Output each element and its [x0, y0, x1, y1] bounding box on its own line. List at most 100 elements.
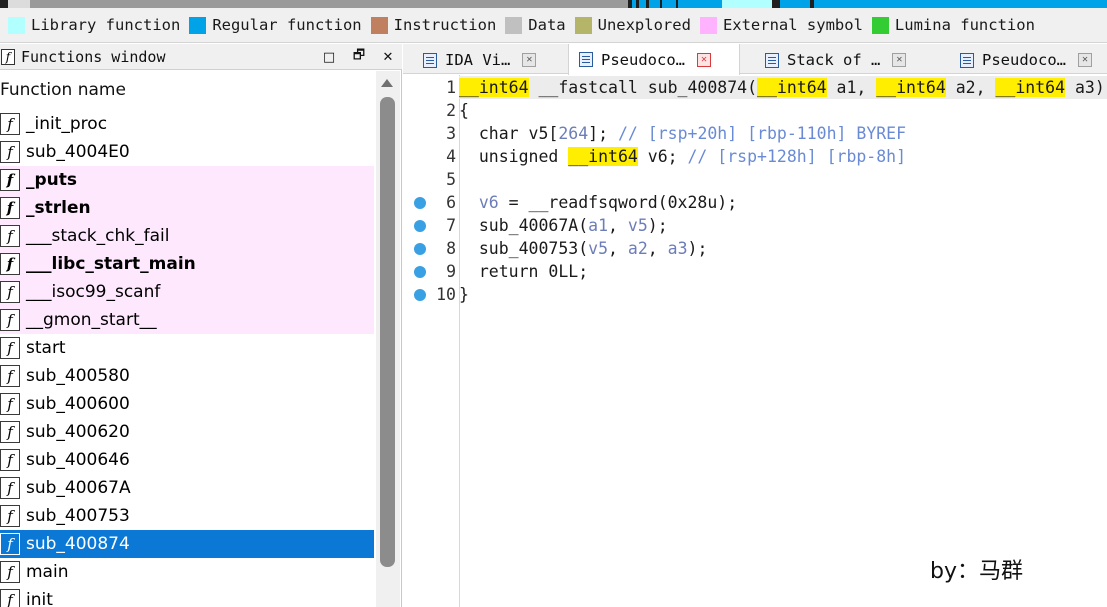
- legend-item: Data: [505, 16, 566, 34]
- breakpoint-dot-icon[interactable]: [414, 220, 426, 232]
- line-number: 7: [446, 216, 456, 235]
- function-list-item[interactable]: f sub_400620: [0, 418, 374, 446]
- legend-swatch: [505, 16, 523, 34]
- tab-3[interactable]: Stack of … ✕: [755, 46, 933, 74]
- pseudocode-view[interactable]: 1 __int64 __fastcall sub_400874(__int64 a…: [403, 75, 1107, 607]
- function-list-item[interactable]: f _puts: [0, 166, 374, 194]
- code-token: ,: [608, 216, 628, 235]
- code-line[interactable]: 7 sub_40067A(a1, v5);: [403, 214, 1107, 237]
- breakpoint-dot-icon[interactable]: [414, 243, 426, 255]
- code-text: return 0LL;: [459, 260, 588, 283]
- restore-window-button[interactable]: 🗗: [350, 48, 368, 66]
- code-token: v5: [627, 216, 648, 235]
- column-header-function-name[interactable]: Function name: [0, 71, 374, 109]
- function-list-item[interactable]: f sub_40067A: [0, 474, 374, 502]
- breakpoint-dot-icon[interactable]: [414, 289, 426, 301]
- functions-window-titlebar[interactable]: f Functions window □ 🗗 ✕: [0, 44, 402, 70]
- line-number: 5: [446, 170, 456, 189]
- function-icon: f: [0, 393, 20, 415]
- function-list-item[interactable]: f sub_400874: [0, 530, 374, 558]
- function-list: f _init_proc f sub_4004E0 f _puts f _strlen f ___…: [0, 110, 374, 607]
- functions-window: f Functions window □ 🗗 ✕ Function name f…: [0, 44, 402, 607]
- function-name: sub_400580: [26, 366, 130, 386]
- code-token: sub_40067A(: [459, 216, 589, 235]
- function-list-item[interactable]: f start: [0, 334, 374, 362]
- code-text: }: [459, 283, 469, 306]
- function-list-item[interactable]: f init: [0, 586, 374, 607]
- function-list-item[interactable]: f sub_400580: [0, 362, 374, 390]
- code-text: __int64 __fastcall sub_400874(__int64 a1…: [459, 76, 1107, 99]
- legend-label: Regular function: [212, 16, 362, 34]
- float-window-button[interactable]: □: [320, 48, 338, 66]
- function-icon: f: [0, 169, 20, 191]
- function-name: sub_40067A: [26, 478, 131, 498]
- legend-swatch: [699, 16, 717, 34]
- code-line[interactable]: 3 char v5[264]; // [rsp+20h] [rbp-110h] …: [403, 122, 1107, 145]
- code-line[interactable]: 6 v6 = __readfsqword(0x28u);: [403, 191, 1107, 214]
- function-list-item[interactable]: f ___isoc99_scanf: [0, 278, 374, 306]
- legend-swatch: [370, 16, 388, 34]
- function-list-item[interactable]: f sub_400753: [0, 502, 374, 530]
- function-list-item[interactable]: f _strlen: [0, 194, 374, 222]
- function-name: start: [26, 338, 66, 358]
- function-name: __gmon_start__: [26, 310, 157, 330]
- code-token: return 0LL;: [459, 262, 589, 281]
- tab-2[interactable]: Pseudoco… ✕: [568, 44, 740, 75]
- code-line[interactable]: 4 unsigned __int64 v6; // [rsp+128h] [rb…: [403, 145, 1107, 168]
- function-icon: f: [0, 281, 20, 303]
- function-icon: f: [0, 365, 20, 387]
- function-list-item[interactable]: f ___libc_start_main: [0, 250, 374, 278]
- code-line[interactable]: 5: [403, 168, 1107, 191]
- scrollbar-thumb[interactable]: [380, 97, 395, 567]
- document-icon: [579, 52, 593, 67]
- function-list-item[interactable]: f __gmon_start__: [0, 306, 374, 334]
- function-icon: f: [0, 589, 20, 607]
- function-icon: f: [0, 421, 20, 443]
- legend-item: Regular function: [189, 16, 362, 34]
- code-line[interactable]: 9 return 0LL;: [403, 260, 1107, 283]
- function-icon: f: [0, 197, 20, 219]
- function-name: init: [26, 590, 53, 607]
- function-name: _init_proc: [26, 114, 108, 134]
- line-number: 8: [446, 239, 456, 258]
- code-line[interactable]: 8 sub_400753(v5, a2, a3);: [403, 237, 1107, 260]
- function-list-item[interactable]: f sub_400646: [0, 446, 374, 474]
- tab-close-icon[interactable]: ✕: [522, 53, 537, 67]
- code-token: // [rsp+20h] [rbp-110h] BYREF: [617, 124, 907, 143]
- code-text: unsigned __int64 v6; // [rsp+128h] [rbp-…: [459, 145, 906, 168]
- function-list-item[interactable]: f main: [0, 558, 374, 586]
- function-list-item[interactable]: f ___stack_chk_fail: [0, 222, 374, 250]
- code-token: a1,: [826, 78, 877, 97]
- function-list-item[interactable]: f sub_4004E0: [0, 138, 374, 166]
- function-name: _strlen: [26, 198, 91, 218]
- code-line[interactable]: 2{: [403, 99, 1107, 122]
- code-token: ,: [647, 239, 668, 258]
- tab-close-icon[interactable]: ✕: [1078, 53, 1092, 67]
- function-icon: f: [1, 48, 15, 65]
- function-list-item[interactable]: f _init_proc: [0, 110, 374, 138]
- function-list-scrollbar[interactable]: [376, 71, 400, 607]
- code-line[interactable]: 1 __int64 __fastcall sub_400874(__int64 a…: [403, 76, 1107, 99]
- legend-item: External symbol: [699, 16, 863, 34]
- scroll-up-arrow-icon[interactable]: [381, 79, 393, 87]
- navigation-band[interactable]: [0, 0, 1107, 8]
- breakpoint-dot-icon[interactable]: [414, 266, 426, 278]
- code-line[interactable]: 10}: [403, 283, 1107, 306]
- tab-1[interactable]: IDA Vi… ✕: [413, 46, 558, 74]
- tab-close-icon[interactable]: ✕: [697, 52, 711, 67]
- legend-label: Unexplored: [597, 16, 691, 34]
- breakpoint-dot-icon[interactable]: [414, 197, 426, 209]
- tab-close-icon[interactable]: ✕: [892, 53, 907, 67]
- legend-swatch: [8, 16, 25, 34]
- tab-label: Pseudoco…: [601, 50, 685, 69]
- line-number: 9: [446, 262, 456, 281]
- function-list-item[interactable]: f sub_400600: [0, 390, 374, 418]
- tab-4[interactable]: Pseudoco… ✕: [950, 46, 1107, 74]
- code-token: v5: [588, 239, 609, 258]
- code-token: = __readfsqword(0x28u);: [498, 193, 738, 212]
- line-number: 3: [446, 124, 456, 143]
- function-icon: f: [0, 253, 20, 275]
- close-window-button[interactable]: ✕: [379, 48, 397, 66]
- column-header-label: Function name: [0, 80, 126, 100]
